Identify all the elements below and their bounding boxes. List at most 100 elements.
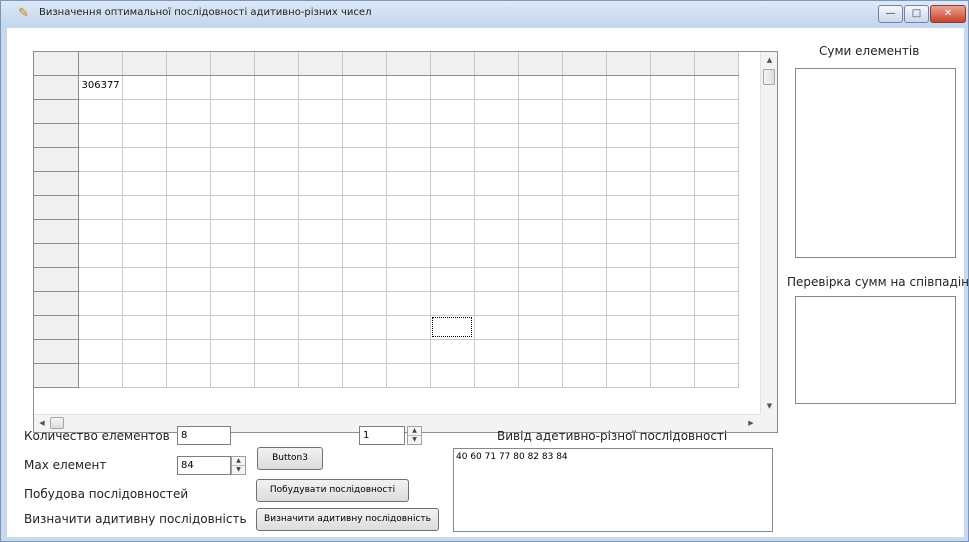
grid-cell[interactable]: [342, 339, 387, 364]
grid-cell[interactable]: [122, 267, 167, 292]
grid-cell[interactable]: [430, 243, 475, 268]
scroll-down-icon[interactable]: ▼: [761, 398, 777, 414]
grid-cell[interactable]: [298, 195, 343, 220]
grid-cell[interactable]: [342, 291, 387, 316]
minimize-button[interactable]: —: [878, 5, 903, 23]
grid-cell[interactable]: [430, 195, 475, 220]
grid-cell[interactable]: [386, 267, 431, 292]
grid-cell[interactable]: [606, 243, 651, 268]
grid-cell[interactable]: [166, 267, 211, 292]
grid-cell[interactable]: [122, 339, 167, 364]
spin-input[interactable]: 1: [359, 426, 405, 445]
grid-cell[interactable]: [166, 363, 211, 388]
grid-cell[interactable]: [650, 147, 695, 172]
grid-cell[interactable]: [78, 219, 123, 244]
grid-cell[interactable]: [650, 315, 695, 340]
grid-cell[interactable]: [650, 99, 695, 124]
grid-cell[interactable]: [562, 339, 607, 364]
grid-cell[interactable]: [474, 75, 519, 100]
grid-cell[interactable]: [518, 363, 563, 388]
grid-cell[interactable]: [474, 243, 519, 268]
grid-cell[interactable]: [78, 99, 123, 124]
grid-cell[interactable]: [650, 291, 695, 316]
grid-cell[interactable]: [78, 123, 123, 148]
build-sequences-button[interactable]: Побудувати послідовності: [256, 479, 409, 502]
grid-cell[interactable]: [474, 195, 519, 220]
grid-cell[interactable]: [650, 219, 695, 244]
grid-cell[interactable]: [386, 75, 431, 100]
grid-cell[interactable]: [606, 195, 651, 220]
grid-cell[interactable]: [342, 123, 387, 148]
grid-cell[interactable]: [386, 195, 431, 220]
grid-cell[interactable]: [562, 147, 607, 172]
grid-cell[interactable]: [254, 123, 299, 148]
grid-cell[interactable]: [606, 147, 651, 172]
grid-cell[interactable]: [298, 171, 343, 196]
grid-cell[interactable]: [78, 243, 123, 268]
grid-cell[interactable]: [386, 147, 431, 172]
grid-cell[interactable]: [210, 75, 255, 100]
max-spin-updown[interactable]: ▲ ▼: [231, 456, 246, 475]
grid-cell[interactable]: [474, 147, 519, 172]
grid-cell[interactable]: [694, 291, 739, 316]
grid-cell[interactable]: [606, 171, 651, 196]
grid-cell[interactable]: [518, 219, 563, 244]
grid-cell[interactable]: [474, 99, 519, 124]
grid-cell[interactable]: [122, 363, 167, 388]
grid-cell[interactable]: [694, 315, 739, 340]
grid-cell[interactable]: [518, 243, 563, 268]
grid-cell[interactable]: [342, 195, 387, 220]
grid-cell[interactable]: [166, 171, 211, 196]
grid-cell[interactable]: [430, 339, 475, 364]
grid-cell[interactable]: [650, 243, 695, 268]
output-memo[interactable]: 40 60 71 77 80 82 83 84: [453, 448, 773, 532]
grid-cell[interactable]: [430, 99, 475, 124]
grid-cell[interactable]: [562, 315, 607, 340]
grid-cell[interactable]: [78, 291, 123, 316]
grid-cell[interactable]: [430, 147, 475, 172]
close-button[interactable]: ✕: [930, 5, 966, 23]
grid-cell[interactable]: [562, 267, 607, 292]
title-bar[interactable]: ✎ Визначення оптимальної послідовності а…: [1, 1, 968, 27]
grid-cell[interactable]: [342, 243, 387, 268]
grid-cell[interactable]: [298, 363, 343, 388]
grid-cell[interactable]: [122, 195, 167, 220]
grid-cell[interactable]: [342, 171, 387, 196]
grid-cell[interactable]: [430, 123, 475, 148]
grid-cell[interactable]: [518, 315, 563, 340]
grid-cell[interactable]: [694, 195, 739, 220]
grid-cell[interactable]: [650, 363, 695, 388]
grid-cell[interactable]: [78, 147, 123, 172]
grid-cell[interactable]: [122, 123, 167, 148]
grid-cell[interactable]: [694, 363, 739, 388]
grid-cell[interactable]: [518, 291, 563, 316]
grid-cell[interactable]: [254, 99, 299, 124]
grid-cell[interactable]: [122, 171, 167, 196]
grid-cell[interactable]: [166, 339, 211, 364]
grid-cell[interactable]: [606, 123, 651, 148]
grid-cell[interactable]: [386, 219, 431, 244]
grid-cell[interactable]: [606, 219, 651, 244]
grid-cell[interactable]: [562, 123, 607, 148]
grid-cell[interactable]: [562, 195, 607, 220]
grid-cell[interactable]: [298, 291, 343, 316]
grid-cell[interactable]: [298, 339, 343, 364]
grid-cell[interactable]: [474, 315, 519, 340]
grid-cell[interactable]: [210, 315, 255, 340]
scroll-right-icon[interactable]: ▶: [743, 415, 759, 432]
grid-cell[interactable]: [474, 219, 519, 244]
grid-cell[interactable]: [518, 147, 563, 172]
grid-cell[interactable]: [694, 99, 739, 124]
vertical-scroll-thumb[interactable]: [763, 69, 775, 85]
grid-cell[interactable]: [254, 339, 299, 364]
grid-cell[interactable]: [166, 75, 211, 100]
grid-cell[interactable]: [122, 99, 167, 124]
grid-cell[interactable]: [342, 219, 387, 244]
check-memo[interactable]: [795, 296, 956, 404]
grid-cell[interactable]: [254, 267, 299, 292]
grid-cell[interactable]: [606, 75, 651, 100]
spin-down-icon[interactable]: ▼: [408, 435, 421, 443]
grid-cell[interactable]: [210, 339, 255, 364]
grid-cell[interactable]: [386, 291, 431, 316]
grid-cell[interactable]: [342, 99, 387, 124]
